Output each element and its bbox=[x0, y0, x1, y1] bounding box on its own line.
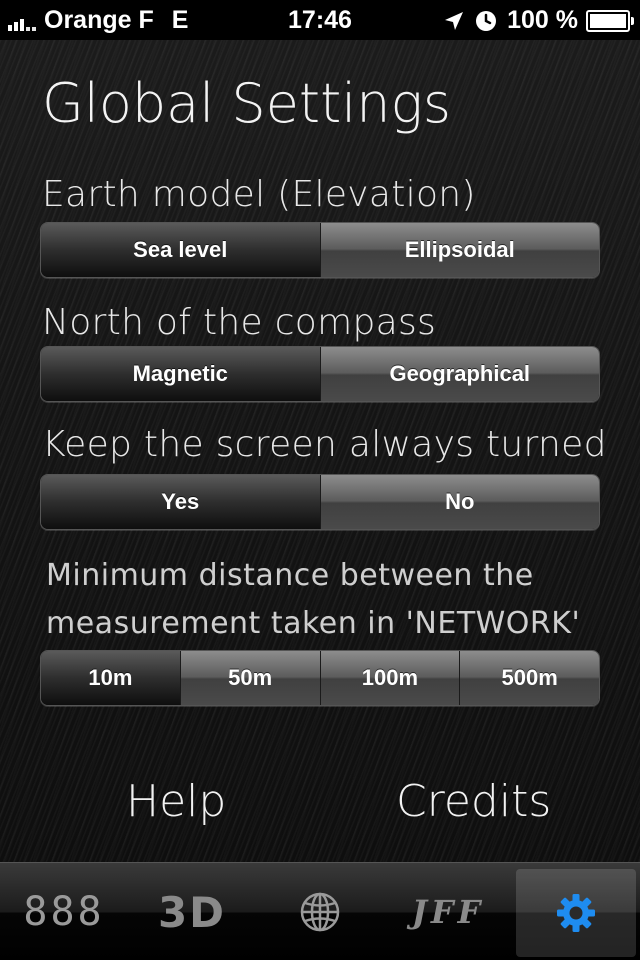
help-link[interactable]: Help bbox=[126, 776, 226, 827]
keep-screen-on-option-no[interactable]: No bbox=[319, 475, 599, 529]
min-distance-option-10m[interactable]: 10m bbox=[41, 651, 180, 705]
jff-text-icon: JFF bbox=[411, 893, 485, 931]
digital-display-icon: 888 bbox=[23, 889, 105, 935]
location-arrow-icon bbox=[445, 11, 464, 30]
min-distance-option-50m[interactable]: 50m bbox=[179, 651, 320, 705]
app-screen: Orange F E 17:46 100 % Global Settings E… bbox=[0, 0, 640, 960]
earth-model-option-ellipsoidal[interactable]: Ellipsoidal bbox=[319, 223, 599, 277]
keep-screen-on-segmented-control: Yes No bbox=[40, 474, 600, 530]
min-distance-segmented-control: 10m 50m 100m 500m bbox=[40, 650, 600, 706]
min-distance-label-line1: Minimum distance between the bbox=[46, 558, 534, 593]
battery-icon bbox=[586, 9, 634, 32]
3d-text-icon: 3D bbox=[157, 887, 227, 937]
page-title: Global Settings bbox=[42, 72, 452, 135]
keep-screen-on-option-yes[interactable]: Yes bbox=[41, 475, 320, 529]
tab-settings[interactable] bbox=[516, 869, 636, 957]
tab-jff[interactable]: JFF bbox=[384, 863, 512, 960]
compass-north-label: North of the compass bbox=[42, 302, 437, 343]
status-bar: Orange F E 17:46 100 % bbox=[0, 0, 640, 40]
battery-percent: 100 % bbox=[507, 6, 578, 34]
credits-link[interactable]: Credits bbox=[396, 776, 551, 827]
status-right: 100 % bbox=[443, 6, 634, 35]
earth-model-label: Earth model (Elevation) bbox=[42, 174, 476, 215]
earth-model-segmented-control: Sea level Ellipsoidal bbox=[40, 222, 600, 278]
compass-north-option-geographical[interactable]: Geographical bbox=[319, 347, 599, 401]
compass-north-option-magnetic[interactable]: Magnetic bbox=[41, 347, 320, 401]
min-distance-option-500m[interactable]: 500m bbox=[459, 651, 599, 705]
tab-3d[interactable]: 3D bbox=[128, 863, 256, 960]
compass-north-segmented-control: Magnetic Geographical bbox=[40, 346, 600, 402]
gear-icon bbox=[557, 894, 595, 932]
tab-globe[interactable] bbox=[256, 863, 384, 960]
tab-bar: 888 3D JFF bbox=[0, 862, 640, 960]
tab-digits[interactable]: 888 bbox=[0, 863, 128, 960]
min-distance-label-line2: measurement taken in 'NETWORK' bbox=[46, 606, 581, 641]
min-distance-option-100m[interactable]: 100m bbox=[319, 651, 460, 705]
globe-icon bbox=[300, 892, 340, 932]
alarm-clock-icon bbox=[476, 10, 497, 31]
earth-model-option-sea-level[interactable]: Sea level bbox=[41, 223, 320, 277]
